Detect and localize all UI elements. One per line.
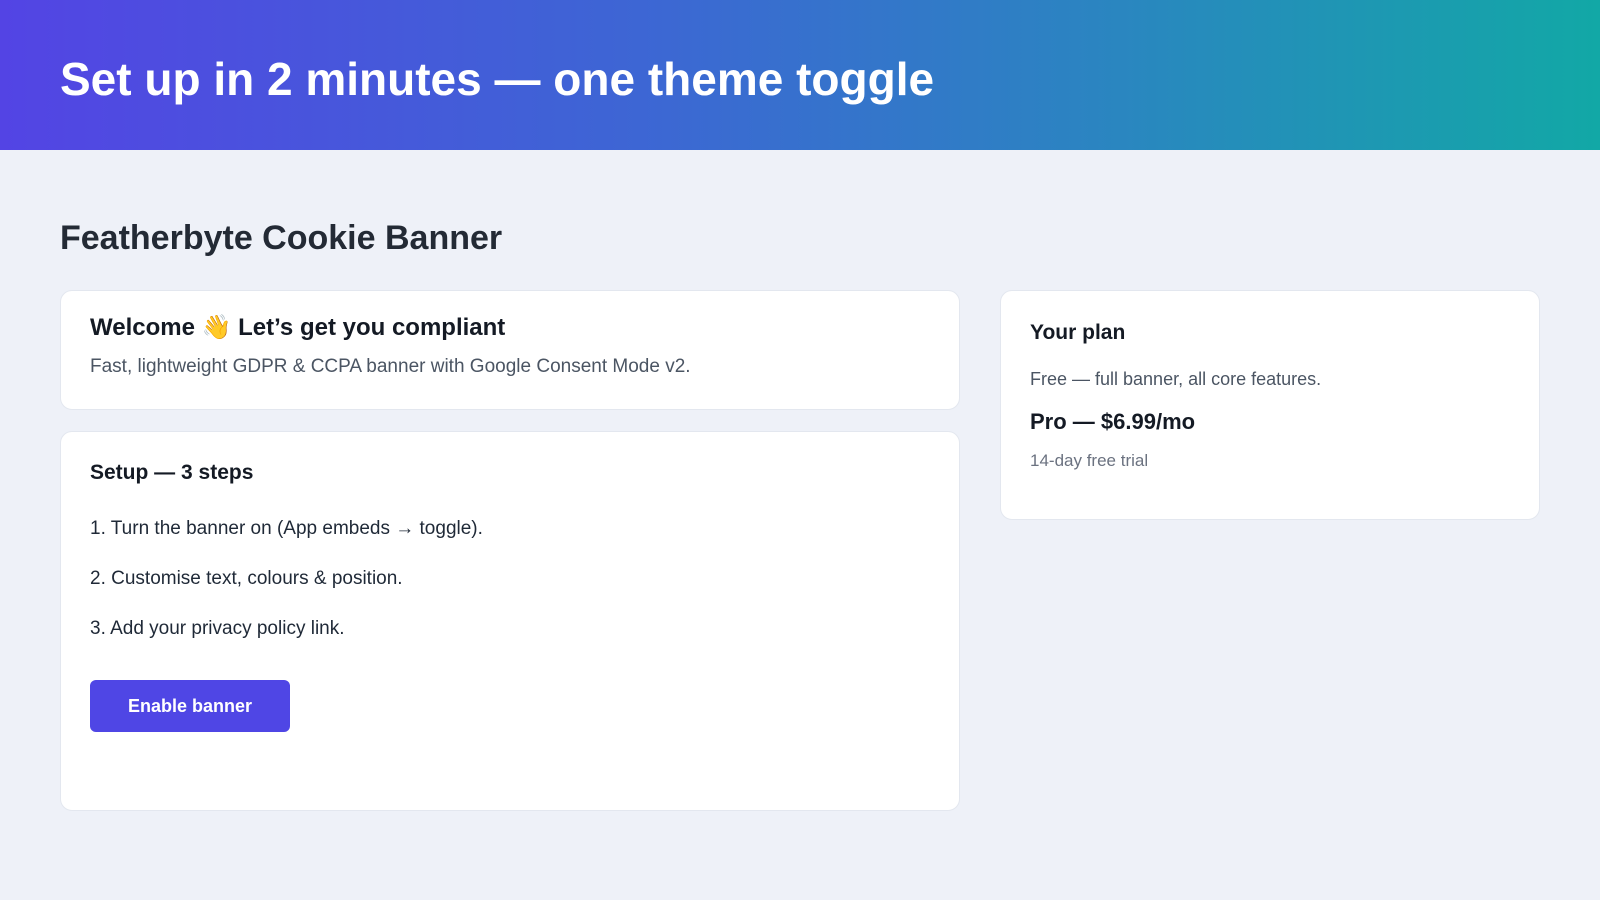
plan-free-description: Free — full banner, all core features.: [1030, 369, 1322, 389]
welcome-subtitle: Fast, lightweight GDPR & CCPA banner wit…: [90, 356, 691, 377]
hero-banner: Set up in 2 minutes — one theme toggle: [0, 0, 1600, 150]
welcome-heading: Welcome 👋 Let’s get you compliant: [90, 314, 506, 341]
plan-pro-price: Pro — $6.99/mo: [1030, 409, 1196, 434]
setup-step: 1. Turn the banner on (App embeds → togg…: [90, 518, 483, 539]
setup-step: 2. Customise text, colours & position.: [90, 568, 403, 589]
enable-banner-button[interactable]: Enable banner: [90, 680, 290, 732]
setup-heading: Setup — 3 steps: [90, 461, 254, 484]
hero-title: Set up in 2 minutes — one theme toggle: [60, 53, 935, 105]
page-title: Featherbyte Cookie Banner: [60, 219, 503, 257]
setup-card: Setup — 3 steps 1. Turn the banner on (A…: [60, 431, 960, 811]
plan-heading: Your plan: [1030, 321, 1126, 344]
plan-trial-note: 14-day free trial: [1030, 451, 1149, 470]
setup-step: 3. Add your privacy policy link.: [90, 618, 345, 639]
plan-card: Your plan Free — full banner, all core f…: [1000, 290, 1540, 520]
welcome-card: Welcome 👋 Let’s get you compliant Fast, …: [60, 290, 960, 410]
